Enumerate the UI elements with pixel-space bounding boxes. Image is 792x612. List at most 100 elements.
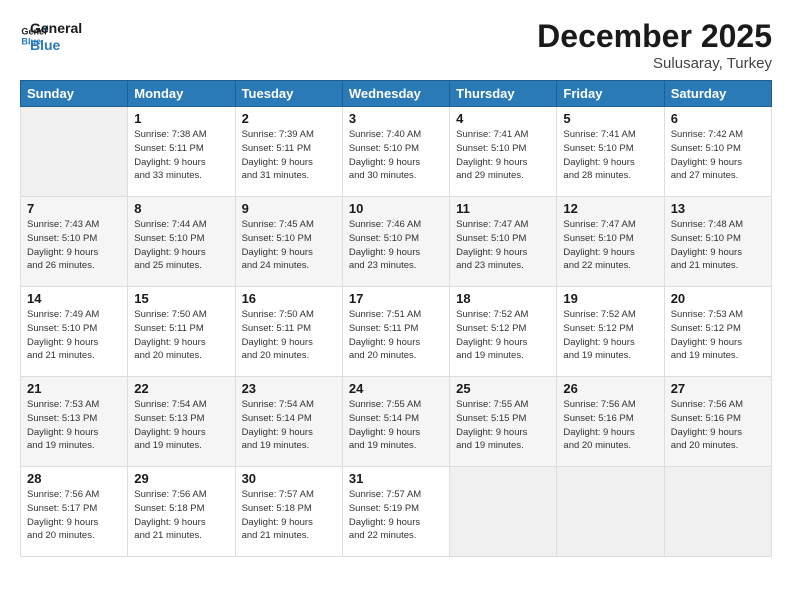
week-row-5: 28 Sunrise: 7:56 AM Sunset: 5:17 PM Dayli…	[21, 467, 772, 557]
day-number: 24	[349, 381, 443, 396]
day-info: Sunrise: 7:47 AM Sunset: 5:10 PM Dayligh…	[563, 218, 657, 273]
calendar-title: December 2025	[537, 18, 772, 55]
day-cell: 7 Sunrise: 7:43 AM Sunset: 5:10 PM Daylig…	[21, 197, 128, 287]
header: General Blue General Blue December 2025 …	[20, 18, 772, 72]
day-number: 3	[349, 111, 443, 126]
day-info: Sunrise: 7:55 AM Sunset: 5:15 PM Dayligh…	[456, 398, 550, 453]
day-cell: 4 Sunrise: 7:41 AM Sunset: 5:10 PM Daylig…	[450, 107, 557, 197]
day-cell	[664, 467, 771, 557]
day-cell: 13Sunrise: 7:48 AM Sunset: 5:10 PM Dayli…	[664, 197, 771, 287]
day-number: 5	[563, 111, 657, 126]
title-section: December 2025 Sulusaray, Turkey	[537, 18, 772, 72]
header-saturday: Saturday	[664, 81, 771, 107]
day-cell: 17 Sunrise: 7:51 AM Sunset: 5:11 PM Dayli…	[342, 287, 449, 377]
day-number: 23	[242, 381, 336, 396]
day-cell: 22 Sunrise: 7:54 AM Sunset: 5:13 PM Dayli…	[128, 377, 235, 467]
day-info: Sunrise: 7:53 AM Sunset: 5:13 PM Dayligh…	[27, 398, 121, 453]
day-info: Sunrise: 7:56 AM Sunset: 5:16 PM Dayligh…	[563, 398, 657, 453]
day-cell: 14 Sunrise: 7:49 AM Sunset: 5:10 PM Dayli…	[21, 287, 128, 377]
day-number: 8	[134, 201, 228, 216]
day-cell: 29 Sunrise: 7:56 AM Sunset: 5:18 PM Dayli…	[128, 467, 235, 557]
day-info: Sunrise: 7:51 AM Sunset: 5:11 PM Dayligh…	[349, 308, 443, 363]
day-info: Sunrise: 7:39 AM Sunset: 5:11 PM Dayligh…	[242, 128, 336, 183]
day-number: 12	[563, 201, 657, 216]
day-cell: 8 Sunrise: 7:44 AM Sunset: 5:10 PM Daylig…	[128, 197, 235, 287]
day-cell: 23Sunrise: 7:54 AM Sunset: 5:14 PM Dayli…	[235, 377, 342, 467]
day-cell: 20 Sunrise: 7:53 AM Sunset: 5:12 PM Dayli…	[664, 287, 771, 377]
day-cell	[557, 467, 664, 557]
day-cell: 24 Sunrise: 7:55 AM Sunset: 5:14 PM Dayli…	[342, 377, 449, 467]
day-number: 28	[27, 471, 121, 486]
day-cell: 27 Sunrise: 7:56 AM Sunset: 5:16 PM Dayli…	[664, 377, 771, 467]
day-info: Sunrise: 7:50 AM Sunset: 5:11 PM Dayligh…	[242, 308, 336, 363]
day-info: Sunrise: 7:55 AM Sunset: 5:14 PM Dayligh…	[349, 398, 443, 453]
day-number: 20	[671, 291, 765, 306]
day-cell: 25 Sunrise: 7:55 AM Sunset: 5:15 PM Dayli…	[450, 377, 557, 467]
week-row-3: 14 Sunrise: 7:49 AM Sunset: 5:10 PM Dayli…	[21, 287, 772, 377]
day-info: Sunrise: 7:41 AM Sunset: 5:10 PM Dayligh…	[456, 128, 550, 183]
day-cell: 21 Sunrise: 7:53 AM Sunset: 5:13 PM Dayli…	[21, 377, 128, 467]
day-cell	[450, 467, 557, 557]
header-friday: Friday	[557, 81, 664, 107]
day-cell: 26 Sunrise: 7:56 AM Sunset: 5:16 PM Dayli…	[557, 377, 664, 467]
day-number: 4	[456, 111, 550, 126]
day-info: Sunrise: 7:56 AM Sunset: 5:16 PM Dayligh…	[671, 398, 765, 453]
day-info: Sunrise: 7:56 AM Sunset: 5:18 PM Dayligh…	[134, 488, 228, 543]
day-info: Sunrise: 7:40 AM Sunset: 5:10 PM Dayligh…	[349, 128, 443, 183]
day-info: Sunrise: 7:41 AM Sunset: 5:10 PM Dayligh…	[563, 128, 657, 183]
day-info: Sunrise: 7:45 AM Sunset: 5:10 PM Dayligh…	[242, 218, 336, 273]
day-cell: 2 Sunrise: 7:39 AM Sunset: 5:11 PM Daylig…	[235, 107, 342, 197]
day-cell: 16 Sunrise: 7:50 AM Sunset: 5:11 PM Dayli…	[235, 287, 342, 377]
day-number: 19	[563, 291, 657, 306]
day-info: Sunrise: 7:52 AM Sunset: 5:12 PM Dayligh…	[563, 308, 657, 363]
logo-general: General	[30, 20, 82, 37]
day-number: 30	[242, 471, 336, 486]
day-cell: 15 Sunrise: 7:50 AM Sunset: 5:11 PM Dayli…	[128, 287, 235, 377]
day-number: 25	[456, 381, 550, 396]
calendar-table: SundayMondayTuesdayWednesdayThursdayFrid…	[20, 80, 772, 557]
week-row-4: 21 Sunrise: 7:53 AM Sunset: 5:13 PM Dayli…	[21, 377, 772, 467]
day-cell: 28 Sunrise: 7:56 AM Sunset: 5:17 PM Dayli…	[21, 467, 128, 557]
logo: General Blue General Blue	[20, 18, 82, 54]
day-number: 7	[27, 201, 121, 216]
day-info: Sunrise: 7:47 AM Sunset: 5:10 PM Dayligh…	[456, 218, 550, 273]
header-monday: Monday	[128, 81, 235, 107]
day-number: 21	[27, 381, 121, 396]
day-number: 27	[671, 381, 765, 396]
day-info: Sunrise: 7:54 AM Sunset: 5:13 PM Dayligh…	[134, 398, 228, 453]
day-number: 29	[134, 471, 228, 486]
header-wednesday: Wednesday	[342, 81, 449, 107]
day-info: Sunrise: 7:56 AM Sunset: 5:17 PM Dayligh…	[27, 488, 121, 543]
day-info: Sunrise: 7:53 AM Sunset: 5:12 PM Dayligh…	[671, 308, 765, 363]
day-info: Sunrise: 7:57 AM Sunset: 5:19 PM Dayligh…	[349, 488, 443, 543]
day-cell	[21, 107, 128, 197]
day-cell: 18Sunrise: 7:52 AM Sunset: 5:12 PM Dayli…	[450, 287, 557, 377]
day-number: 26	[563, 381, 657, 396]
day-info: Sunrise: 7:49 AM Sunset: 5:10 PM Dayligh…	[27, 308, 121, 363]
day-number: 16	[242, 291, 336, 306]
day-number: 17	[349, 291, 443, 306]
day-number: 1	[134, 111, 228, 126]
day-info: Sunrise: 7:42 AM Sunset: 5:10 PM Dayligh…	[671, 128, 765, 183]
day-cell: 10Sunrise: 7:46 AM Sunset: 5:10 PM Dayli…	[342, 197, 449, 287]
day-number: 6	[671, 111, 765, 126]
day-cell: 5 Sunrise: 7:41 AM Sunset: 5:10 PM Daylig…	[557, 107, 664, 197]
day-number: 14	[27, 291, 121, 306]
day-cell: 30Sunrise: 7:57 AM Sunset: 5:18 PM Dayli…	[235, 467, 342, 557]
day-cell: 1Sunrise: 7:38 AM Sunset: 5:11 PM Daylig…	[128, 107, 235, 197]
day-cell: 9Sunrise: 7:45 AM Sunset: 5:10 PM Daylig…	[235, 197, 342, 287]
calendar-page: General Blue General Blue December 2025 …	[0, 0, 792, 612]
day-info: Sunrise: 7:50 AM Sunset: 5:11 PM Dayligh…	[134, 308, 228, 363]
day-number: 22	[134, 381, 228, 396]
day-number: 10	[349, 201, 443, 216]
day-number: 2	[242, 111, 336, 126]
header-thursday: Thursday	[450, 81, 557, 107]
day-cell: 6 Sunrise: 7:42 AM Sunset: 5:10 PM Daylig…	[664, 107, 771, 197]
day-number: 15	[134, 291, 228, 306]
header-row: SundayMondayTuesdayWednesdayThursdayFrid…	[21, 81, 772, 107]
day-cell: 31Sunrise: 7:57 AM Sunset: 5:19 PM Dayli…	[342, 467, 449, 557]
day-info: Sunrise: 7:43 AM Sunset: 5:10 PM Dayligh…	[27, 218, 121, 273]
header-sunday: Sunday	[21, 81, 128, 107]
day-number: 13	[671, 201, 765, 216]
day-info: Sunrise: 7:44 AM Sunset: 5:10 PM Dayligh…	[134, 218, 228, 273]
